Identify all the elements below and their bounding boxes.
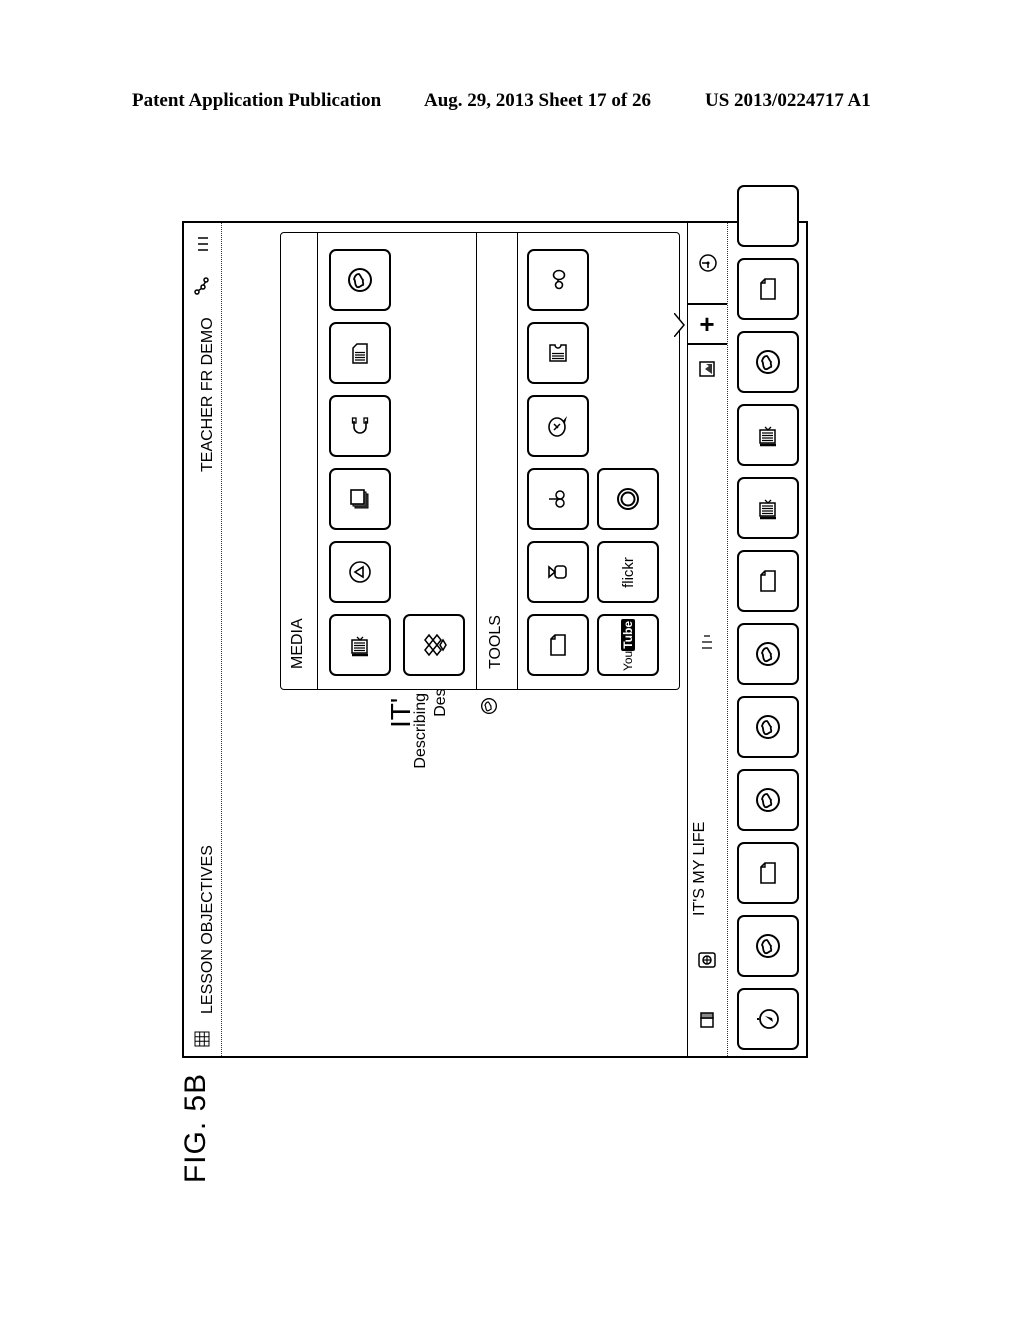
tools-youtube-button[interactable]: YouTube [597,614,659,676]
media-video-button[interactable] [329,541,391,603]
topbar-divider [221,223,222,1056]
stack-icon[interactable] [694,1007,720,1033]
tools-chat-button[interactable] [527,395,589,457]
content-globe-icon[interactable] [478,695,500,717]
slide-thumbnail[interactable] [737,185,799,247]
add-media-popup: MEDIA TOOLS YouTube flickr [280,232,685,690]
grid-icon[interactable] [192,1029,212,1049]
content-line-1: Describing [412,693,429,769]
media-dropbox-button[interactable] [403,614,465,676]
media-section-label: MEDIA [289,618,306,669]
tools-record-button[interactable] [597,468,659,530]
tools-blank-page-button[interactable] [527,614,589,676]
slide-thumbnail[interactable] [737,623,799,685]
media-web-button[interactable] [329,249,391,311]
slide-thumbnail[interactable] [737,550,799,612]
slide-thumbnail[interactable] [737,915,799,977]
media-document-button[interactable] [329,322,391,384]
slide-thumbnail[interactable] [737,477,799,539]
slide-thumbnail[interactable] [737,842,799,904]
patent-date-sheet: Aug. 29, 2013 Sheet 17 of 26 [424,90,651,111]
media-audio-button[interactable] [329,395,391,457]
timer-icon[interactable] [694,250,720,276]
list-icon[interactable] [696,631,718,653]
slide-thumbnail[interactable] [737,258,799,320]
slide-strip [728,185,806,1056]
patent-publication-label: Patent Application Publication [132,90,382,111]
toolbar-divider [687,223,688,1056]
lesson-title[interactable]: IT'S MY LIFE [691,822,713,916]
tools-link-button[interactable] [527,468,589,530]
tools-notepad-button[interactable] [527,322,589,384]
content-heading: IT' [385,697,416,728]
user-title[interactable]: TEACHER FR DEMO [199,272,221,472]
slide-thumbnail[interactable] [737,331,799,393]
slide-thumbnail[interactable] [737,404,799,466]
tools-flickr-button[interactable]: flickr [597,541,659,603]
media-presentation-button[interactable] [329,614,391,676]
slide-thumbnail[interactable] [737,988,799,1050]
connections-icon[interactable] [190,273,216,299]
media-gallery-button[interactable] [329,468,391,530]
app-window: LESSON OBJECTIVES TEACHER FR DEMO IT' De… [182,185,808,1058]
slide-thumbnail[interactable] [737,696,799,758]
tools-camera-button[interactable] [527,541,589,603]
lesson-badge-icon[interactable] [694,947,720,973]
section-title[interactable]: LESSON OBJECTIVES [199,814,221,1014]
menu-icon[interactable] [192,233,214,255]
patent-number: US 2013/0224717 A1 [705,90,871,111]
figure-label: FIG. 5B [179,1072,212,1184]
tools-section-label: TOOLS [487,615,504,669]
tools-glasses-button[interactable] [527,249,589,311]
slide-thumbnail[interactable] [737,769,799,831]
export-icon[interactable] [694,356,720,382]
add-button[interactable]: + [687,303,727,345]
